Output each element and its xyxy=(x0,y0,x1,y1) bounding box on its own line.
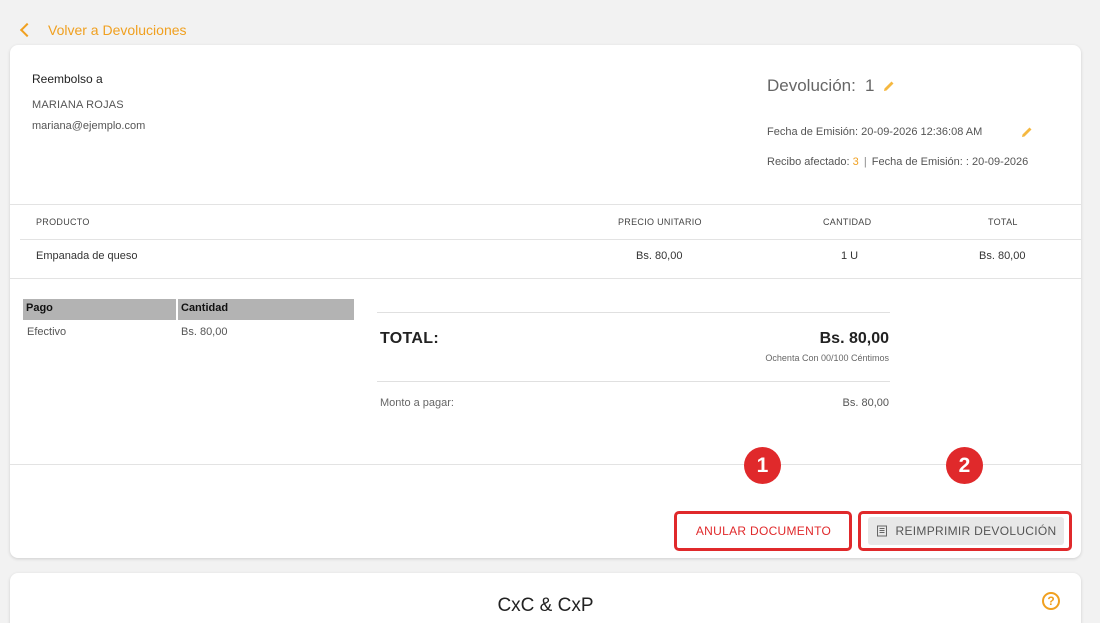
payment-amount: Bs. 80,00 xyxy=(181,326,228,338)
annotation-badge-2: 2 xyxy=(946,447,983,484)
document-icon xyxy=(876,525,888,537)
total-value: Bs. 80,00 xyxy=(819,330,889,347)
payments-header-amount: Cantidad xyxy=(178,299,354,320)
customer-name: MARIANA ROJAS xyxy=(32,99,124,111)
total-label: TOTAL: xyxy=(380,330,439,347)
amount-to-pay-label: Monto a pagar: xyxy=(380,397,454,409)
reprint-button-label: REIMPRIMIR DEVOLUCIÓN xyxy=(895,524,1057,538)
divider xyxy=(10,204,1081,205)
help-circle-icon[interactable]: ? xyxy=(1042,592,1060,610)
reprint-return-button[interactable]: REIMPRIMIR DEVOLUCIÓN xyxy=(868,517,1064,545)
edit-number-pencil-icon[interactable] xyxy=(883,80,895,92)
payment-method: Efectivo xyxy=(27,326,67,338)
accounts-card: CxC & CxP ? xyxy=(10,573,1081,623)
payments-table: Pago Cantidad Efectivo Bs. 80,00 xyxy=(23,299,354,338)
annotation-badge-1: 1 xyxy=(744,447,781,484)
affected-receipt-number[interactable]: 3 xyxy=(853,156,859,168)
back-link-label: Volver a Devoluciones xyxy=(48,22,187,38)
issue-date-line: Fecha de Emisión: 20-09-2026 12:36:08 AM xyxy=(767,126,982,138)
refund-to-label: Reembolso a xyxy=(32,72,103,86)
divider xyxy=(10,278,1081,279)
document-title: Devolución: xyxy=(767,76,856,95)
void-document-button[interactable]: ANULAR DOCUMENTO xyxy=(683,517,844,545)
col-header-total: TOTAL xyxy=(988,217,1018,227)
issue-date-label: Fecha de Emisión: xyxy=(767,126,859,138)
back-to-returns-link[interactable]: Volver a Devoluciones xyxy=(18,21,187,39)
total-in-words: Ochenta Con 00/100 Céntimos xyxy=(765,353,889,363)
affected-receipt-line: Recibo afectado: 3 | Fecha de Emisión: :… xyxy=(767,156,1028,168)
amount-to-pay-value: Bs. 80,00 xyxy=(842,397,889,409)
col-header-product: PRODUCTO xyxy=(36,217,90,227)
affected-receipt-label: Recibo afectado: xyxy=(767,156,850,168)
accounts-section-title: CxC & CxP xyxy=(497,595,594,616)
receipt-separator: | xyxy=(863,156,867,168)
document-number: 1 xyxy=(865,76,875,95)
row-total: Bs. 80,00 xyxy=(979,250,1026,262)
col-header-unit-price: PRECIO UNITARIO xyxy=(618,217,702,227)
divider xyxy=(377,381,890,382)
divider xyxy=(10,464,1081,465)
row-unit-price: Bs. 80,00 xyxy=(636,250,683,262)
table-row: Efectivo Bs. 80,00 xyxy=(23,326,354,338)
issue-date-value: 20-09-2026 12:36:08 AM xyxy=(861,126,983,138)
edit-date-pencil-icon[interactable] xyxy=(1021,126,1033,138)
chevron-left-icon xyxy=(19,22,35,38)
receipt-issue-date: 20-09-2026 xyxy=(972,156,1029,168)
payments-header-method: Pago xyxy=(23,299,176,320)
divider xyxy=(20,239,1081,240)
divider xyxy=(377,312,890,313)
receipt-issue-label: Fecha de Emisión: : xyxy=(871,156,969,168)
row-quantity: 1 U xyxy=(841,250,859,262)
return-document-card: Reembolso a MARIANA ROJAS mariana@ejempl… xyxy=(10,45,1081,558)
row-product-name: Empanada de queso xyxy=(36,250,138,262)
customer-email: mariana@ejemplo.com xyxy=(32,120,146,132)
col-header-quantity: CANTIDAD xyxy=(823,217,872,227)
